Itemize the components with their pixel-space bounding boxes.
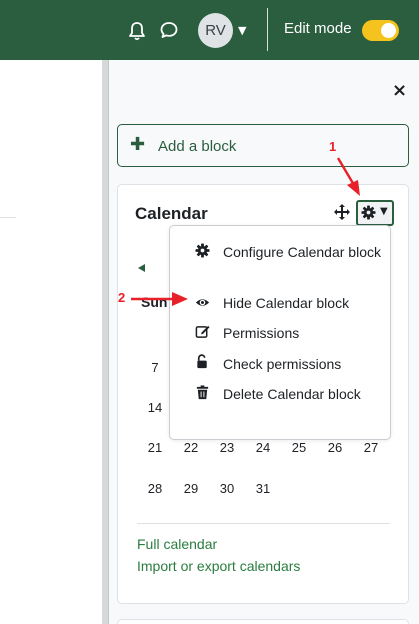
edit-mode-label: Edit mode (284, 20, 352, 37)
edit-mode-toggle[interactable] (362, 20, 399, 41)
import-export-link[interactable]: Import or export calendars (137, 558, 300, 574)
menu-item-label: Check permissions (223, 356, 342, 372)
calendar-day[interactable]: 21 (140, 440, 170, 455)
chevron-down-icon: ▼ (380, 206, 388, 217)
calendar-day[interactable]: 7 (140, 360, 170, 375)
calendar-day[interactable]: 27 (356, 440, 386, 455)
calendar-day[interactable]: 23 (212, 440, 242, 455)
top-navbar: RV ▼ Edit mode (0, 0, 419, 60)
next-block (117, 619, 409, 624)
calendar-day[interactable]: 25 (284, 440, 314, 455)
navbar-divider (267, 8, 268, 51)
calendar-day[interactable]: 30 (212, 481, 242, 496)
gear-icon (361, 205, 376, 220)
close-drawer-icon[interactable]: × (392, 80, 407, 101)
annotation-step-2: 2 (118, 290, 126, 305)
content-divider (0, 217, 16, 218)
block-actions-menu: Configure Calendar block Hide Calendar b… (169, 225, 391, 440)
annotation-step-1: 1 (329, 139, 337, 154)
add-block-button[interactable]: ✚ Add a block (117, 124, 409, 167)
menu-item-label: Permissions (223, 325, 300, 341)
calendar-day[interactable]: 28 (140, 481, 170, 496)
menu-item-label: Delete Calendar block (223, 386, 361, 402)
weekday-header: Sun (141, 294, 168, 310)
calendar-day[interactable]: 29 (176, 481, 206, 496)
menu-item-label: Hide Calendar block (223, 295, 350, 311)
add-block-label: Add a block (158, 138, 237, 155)
user-avatar[interactable]: RV (198, 13, 233, 48)
chevron-down-icon[interactable]: ▼ (238, 24, 246, 37)
calendar-day[interactable]: 22 (176, 440, 206, 455)
toggle-knob (381, 23, 396, 38)
calendar-block-title: Calendar (135, 204, 208, 223)
full-calendar-link[interactable]: Full calendar (137, 536, 217, 552)
calendar-day[interactable]: 24 (248, 440, 278, 455)
menu-item-label: Configure Calendar block (223, 244, 381, 260)
calendar-day[interactable]: 26 (320, 440, 350, 455)
block-actions-button[interactable]: ▼ (356, 200, 394, 226)
calendar-day[interactable]: 31 (248, 481, 278, 496)
previous-month-icon[interactable] (138, 264, 145, 272)
chat-icon[interactable] (159, 20, 179, 40)
plus-icon: ✚ (130, 134, 146, 155)
calendar-day[interactable]: 14 (140, 400, 170, 415)
bell-icon[interactable] (128, 21, 146, 41)
move-icon[interactable] (334, 204, 350, 220)
calendar-footer-divider (137, 523, 390, 524)
